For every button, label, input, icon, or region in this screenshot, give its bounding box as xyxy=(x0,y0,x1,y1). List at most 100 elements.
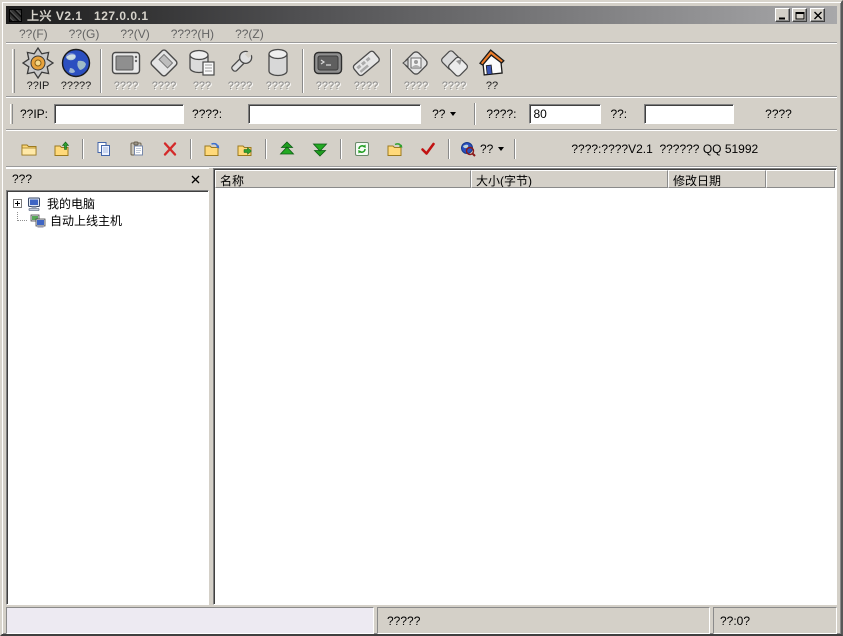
home-icon xyxy=(476,47,508,79)
toolbar-button-files[interactable]: ??? xyxy=(183,47,221,97)
export-folder-button[interactable] xyxy=(232,137,258,161)
status-progress-field xyxy=(6,607,374,634)
paste-icon xyxy=(129,141,145,157)
menu-view[interactable]: ??(V) xyxy=(114,26,155,42)
menu-help[interactable]: ????(H) xyxy=(165,26,220,42)
app-icon xyxy=(9,9,22,22)
copy-icon xyxy=(96,141,112,157)
file-toolbar: ?? ????:????V2.1 ?????? QQ 51992 xyxy=(6,131,837,167)
toolbar-button-disk[interactable]: ???? xyxy=(145,47,183,97)
maximize-icon xyxy=(795,11,805,20)
close-icon xyxy=(813,11,823,20)
window-title: 上兴 V2.1 127.0.0.1 xyxy=(27,7,149,24)
status-count-section: ??:0? xyxy=(713,607,837,634)
toolbar-button-photo-back[interactable]: ???? xyxy=(397,47,435,97)
toolbar-button-cards[interactable]: ???? xyxy=(435,47,473,97)
mode-dropdown[interactable]: ?? xyxy=(428,104,460,124)
toolbar-button-terminal[interactable]: ???? xyxy=(309,47,347,97)
web-search-dropdown[interactable]: ?? xyxy=(457,137,507,161)
copy-button[interactable] xyxy=(91,137,117,161)
cylinder-page-icon xyxy=(186,47,218,79)
tree-item-label: 我的电脑 xyxy=(47,195,95,212)
sidebar-close-button[interactable] xyxy=(188,172,203,186)
toolbar-separator xyxy=(448,139,450,159)
photo-back-icon xyxy=(400,47,432,79)
status-count: ??:0? xyxy=(720,614,750,628)
tree-item-label: 自动上线主机 xyxy=(50,212,122,229)
password-input[interactable] xyxy=(644,104,734,124)
toolbar-button-label: ??IP xyxy=(27,80,50,92)
tree-item-online-hosts[interactable]: 自动上线主机 xyxy=(7,212,208,229)
refresh-button[interactable] xyxy=(349,137,375,161)
folder-open-icon xyxy=(21,141,37,157)
download-folder-button[interactable] xyxy=(199,137,225,161)
ip-input[interactable] xyxy=(54,104,184,124)
expand-plus-icon[interactable] xyxy=(13,199,22,208)
mode-dropdown-label: ?? xyxy=(432,107,445,121)
folder-go-icon xyxy=(387,141,403,157)
delete-button[interactable] xyxy=(157,137,183,161)
close-icon xyxy=(191,175,200,184)
database-icon xyxy=(262,47,294,79)
column-header-date[interactable]: 修改日期 xyxy=(668,170,766,188)
chevron-down-icon xyxy=(498,147,504,151)
gear-ip-icon xyxy=(22,47,54,79)
host-tree: 我的电脑 自动上线主机 xyxy=(6,190,209,605)
toolbar-button-home[interactable]: ?? xyxy=(473,47,511,97)
title-bar[interactable]: 上兴 V2.1 127.0.0.1 xyxy=(6,6,837,24)
toolbar-button-keyboard[interactable]: ???? xyxy=(347,47,385,97)
close-button[interactable] xyxy=(810,8,825,22)
download-button[interactable] xyxy=(307,137,333,161)
upload-folder-button[interactable] xyxy=(49,137,75,161)
toolbar-button-gear-ip[interactable]: ??IP xyxy=(19,47,57,97)
name-input[interactable] xyxy=(248,104,421,124)
toolbar-button-wrench[interactable]: ???? xyxy=(221,47,259,97)
window-controls xyxy=(773,8,825,22)
toolbar-separator xyxy=(82,139,84,159)
minimize-button[interactable] xyxy=(775,8,790,22)
disk-diamond-icon xyxy=(148,47,180,79)
upload-button[interactable] xyxy=(274,137,300,161)
toolbar-button-database[interactable]: ???? xyxy=(259,47,297,97)
toolbar-button-label: ???? xyxy=(354,80,378,92)
menu-file[interactable]: ??(F) xyxy=(13,26,54,42)
folder-upload-icon xyxy=(54,141,70,157)
search-globe-icon xyxy=(460,141,476,157)
toolbar-button-globe-scan[interactable]: ????? xyxy=(57,47,95,97)
open-folder-button[interactable] xyxy=(16,137,42,161)
folder-download-icon xyxy=(204,141,220,157)
column-header-filler xyxy=(766,170,835,188)
column-header-size[interactable]: 大小(字节) xyxy=(471,170,668,188)
toolbar-separator xyxy=(265,139,267,159)
status-message: ????? xyxy=(387,614,420,628)
maximize-button[interactable] xyxy=(792,8,807,22)
menu-about[interactable]: ??(Z) xyxy=(229,26,270,42)
file-panel: 名称 大小(字节) 修改日期 xyxy=(213,168,837,605)
file-table-header: 名称 大小(字节) 修改日期 xyxy=(215,170,835,188)
menu-bar: ??(F) ??(G) ??(V) ????(H) ??(Z) xyxy=(6,25,837,43)
refresh-icon xyxy=(354,141,370,157)
go-folder-button[interactable] xyxy=(382,137,408,161)
column-header-name[interactable]: 名称 xyxy=(215,170,471,188)
connect-button[interactable]: ???? xyxy=(765,107,792,121)
paste-button[interactable] xyxy=(124,137,150,161)
tree-item-my-computer[interactable]: 我的电脑 xyxy=(7,195,208,212)
app-window: 上兴 V2.1 127.0.0.1 ??(F) ??(G) ??(V) ????… xyxy=(0,0,843,636)
monitor-icon xyxy=(110,47,142,79)
menu-go[interactable]: ??(G) xyxy=(63,26,106,42)
port-input[interactable] xyxy=(529,104,601,124)
toolbar-button-label: ???? xyxy=(404,80,428,92)
toolbar-button-monitor[interactable]: ???? xyxy=(107,47,145,97)
globe-icon xyxy=(60,47,92,79)
confirm-button[interactable] xyxy=(415,137,441,161)
computer-icon xyxy=(27,196,43,212)
toolbar-gripper[interactable] xyxy=(12,49,15,93)
toolbar-separator xyxy=(340,139,342,159)
toolbar-separator xyxy=(474,103,476,125)
online-hosts-icon xyxy=(30,213,46,229)
toolbar-separator xyxy=(100,49,102,93)
toolbar-separator xyxy=(302,49,304,93)
status-message-section: ????? xyxy=(377,607,710,634)
minimize-icon xyxy=(778,11,788,20)
toolbar-gripper[interactable] xyxy=(10,104,13,124)
